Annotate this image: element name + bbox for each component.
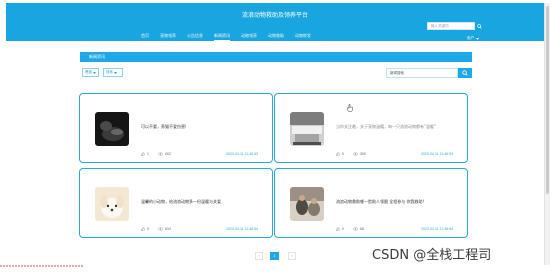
news-views: 390 [359, 152, 366, 156]
news-title[interactable]: 温馨的小动物，给流浪动物多一份温暖与关爱 [141, 199, 221, 205]
news-title[interactable]: 当你关注着，关于宠物涵籍，每一只流浪动物都有"温暖" [336, 124, 436, 130]
news-likes: 0 [342, 227, 344, 231]
news-image-people-animals[interactable] [290, 187, 324, 221]
watermark: CSDN @全栈工程司 [372, 248, 492, 263]
section-title: 新闻资讯 [89, 54, 105, 59]
news-date: 2023-04-11 11:46:53 [421, 152, 453, 156]
scrollbar-thumb[interactable] [546, 6, 549, 194]
thumbs-up-icon [141, 227, 145, 231]
news-meta: 0 634 [141, 227, 171, 231]
news-title[interactable]: 流浪动物救助哪一脸助人领跟 全程参与 你我救助! [336, 199, 424, 205]
header-search-button[interactable] [475, 22, 484, 30]
news-search-value: 新闻搜索 [390, 70, 404, 75]
nav-item-announcements[interactable]: 公告信息 [187, 33, 203, 41]
filter-label: 筛选 [85, 70, 92, 74]
news-title[interactable]: 可以不要，养猫不爱伤害! [141, 124, 187, 130]
eye-icon [158, 227, 163, 231]
news-views: 68 [359, 227, 364, 231]
news-image-black-cat[interactable] [95, 112, 129, 146]
nav-item-pet-adoption[interactable]: 宠物领养 [160, 33, 176, 41]
search-icon [462, 70, 468, 76]
news-date: 2023-04-11 11:46:54 [421, 227, 453, 231]
news-date: 2023-04-11 11:46:53 [226, 152, 258, 156]
news-views: 634 [164, 227, 171, 231]
eye-icon [158, 152, 163, 156]
news-likes: 1 [147, 152, 149, 156]
news-card[interactable]: 可以不要，养猫不爱伤害! 1 602 2023-04-11 11:46:53 [79, 93, 273, 163]
order-label: 排序 [106, 70, 113, 74]
news-search-input[interactable]: 新闻搜索 [386, 68, 458, 78]
chevron-down-icon [476, 37, 479, 40]
news-likes: 0 [147, 227, 149, 231]
search-icon [477, 23, 482, 29]
nav-item-animal-adoption[interactable]: 动物领养 [241, 33, 257, 41]
user-menu[interactable]: 用户 [467, 36, 479, 41]
news-views: 602 [164, 152, 171, 156]
chevron-down-icon [93, 71, 96, 74]
news-card[interactable]: 当你关注着，关于宠物涵籍，每一只流浪动物都有"温暖" 0 390 2023-04… [274, 93, 468, 163]
nav-item-animal-forward[interactable]: 动物转发 [295, 33, 311, 41]
filter-dropdown[interactable]: 筛选 [82, 68, 99, 77]
news-meta: 1 602 [141, 152, 171, 156]
news-search-button[interactable] [458, 68, 472, 78]
thumbs-up-icon [336, 152, 340, 156]
pagination-page-1[interactable]: 1 [270, 252, 279, 260]
status-strip [0, 265, 84, 267]
nav-item-news[interactable]: 新闻资讯 [214, 33, 230, 41]
site-title: 流浪动物救助及领养平台 [241, 12, 308, 19]
news-date: 2023-04-11 11:46:54 [226, 227, 258, 231]
news-image-white-dog[interactable] [95, 187, 129, 221]
section-header: 新闻资讯 [80, 52, 472, 62]
nav-item-animal-rescue[interactable]: 动物救助 [268, 33, 284, 41]
news-card[interactable]: 流浪动物救助哪一脸助人领跟 全程参与 你我救助! 0 68 2023-04-11… [274, 168, 468, 238]
pagination-next-button[interactable]: › [288, 252, 296, 260]
scrollbar[interactable] [544, 3, 550, 265]
thumbs-up-icon [336, 227, 340, 231]
hand-cursor-icon [347, 104, 353, 112]
news-image-street[interactable] [290, 112, 324, 146]
header-search-input[interactable]: 输入关键词 [427, 22, 475, 30]
user-label: 用户 [467, 36, 474, 40]
eye-icon [353, 152, 358, 156]
eye-icon [353, 227, 358, 231]
news-card[interactable]: 温馨的小动物，给流浪动物多一份温暖与关爱 0 634 2023-04-11 11… [79, 168, 273, 238]
chevron-down-icon [114, 71, 117, 74]
thumbs-up-icon [141, 152, 145, 156]
pagination-prev-button[interactable]: ‹ [255, 252, 263, 260]
nav-item-home[interactable]: 首页 [141, 33, 149, 41]
header-search-placeholder: 输入关键词 [431, 23, 449, 28]
order-dropdown[interactable]: 排序 [103, 68, 123, 77]
main-nav: 首页 宠物领养 公告信息 新闻资讯 动物领养 动物救助 动物转发 [141, 33, 311, 41]
news-meta: 0 68 [336, 227, 364, 231]
news-likes: 0 [342, 152, 344, 156]
news-meta: 0 390 [336, 152, 366, 156]
